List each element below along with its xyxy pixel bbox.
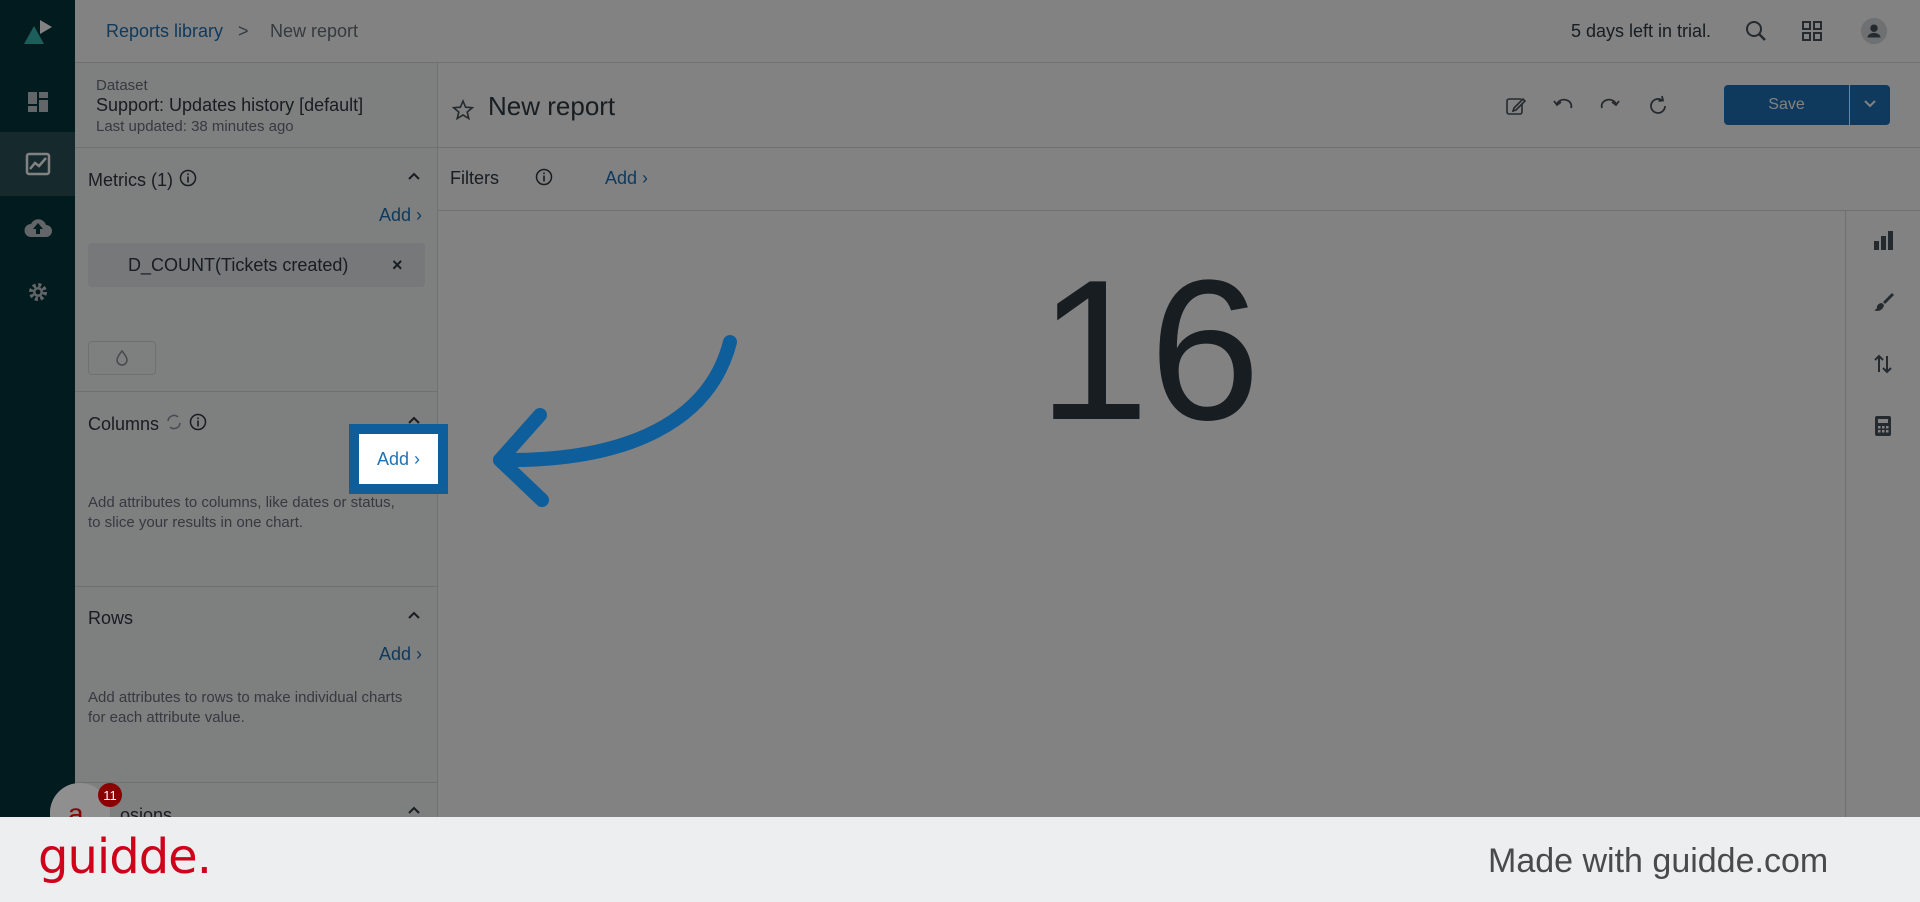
calculator-icon[interactable] [1870, 413, 1896, 439]
rows-title: Rows [88, 608, 134, 628]
kpi-value: 16 [1038, 239, 1261, 462]
info-icon[interactable] [535, 168, 553, 191]
notification-badge: 11 [98, 783, 122, 807]
chevron-up-icon[interactable] [406, 803, 422, 817]
settings-icon[interactable] [0, 260, 75, 324]
paintbrush-icon[interactable] [1870, 289, 1896, 315]
rows-help-text: Add attributes to rows to make individua… [88, 689, 403, 726]
reports-icon[interactable] [0, 132, 75, 196]
left-nav [0, 0, 75, 817]
right-rail [1845, 211, 1920, 817]
save-options-button[interactable] [1850, 85, 1890, 125]
star-icon[interactable] [450, 97, 476, 123]
guidde-footer: guidde. Made with guidde.com [0, 817, 1920, 902]
chevron-down-icon [1863, 96, 1877, 115]
zendesk-logo-icon[interactable] [0, 0, 75, 64]
edit-icon[interactable] [1503, 93, 1529, 119]
columns-section-title: Columns [88, 413, 207, 436]
apps-grid-icon[interactable] [1798, 17, 1826, 45]
sort-icon[interactable] [1870, 351, 1896, 377]
columns-help-text: Add attributes to columns, like dates or… [88, 494, 395, 531]
divider [75, 147, 438, 148]
rows-section-title: Rows [88, 608, 133, 629]
metric-label: D_COUNT(Tickets created) [128, 255, 349, 275]
dashboard-icon[interactable] [0, 70, 75, 134]
divider [75, 782, 438, 783]
guide-arrow-icon [493, 335, 737, 507]
app-window: Reports library > New report 5 days left… [0, 0, 1920, 817]
report-title[interactable]: New report [488, 91, 615, 122]
swap-icon[interactable] [165, 413, 183, 436]
refresh-icon[interactable] [1645, 93, 1671, 119]
breadcrumb-current: New report [270, 21, 359, 41]
dataset-name[interactable]: Support: Updates history [default] [96, 95, 363, 116]
divider [75, 391, 438, 392]
chevron-up-icon[interactable] [406, 169, 422, 185]
metrics-title: Metrics (1) [88, 170, 173, 190]
filters-label: Filters [450, 168, 499, 188]
made-with-text: Made with guidde.com [1488, 842, 1829, 880]
chevron-up-icon[interactable] [406, 608, 422, 624]
dataset-label: Dataset [96, 77, 148, 94]
columns-add-link[interactable]: Add › [377, 449, 420, 470]
breadcrumb-separator: > [238, 21, 249, 41]
filters-add-link[interactable]: Add › [605, 168, 648, 189]
search-icon[interactable] [1742, 17, 1770, 45]
report-toolbar: New report Save [438, 63, 1920, 148]
metric-drop-zone[interactable] [88, 341, 156, 375]
guidde-logo: guidde. [38, 829, 212, 885]
bar-chart-icon[interactable] [1870, 227, 1896, 253]
trial-status[interactable]: 5 days left in trial. [1571, 21, 1711, 42]
remove-metric-icon[interactable]: × [392, 255, 403, 276]
divider [75, 586, 438, 587]
undo-icon[interactable] [1550, 93, 1576, 119]
top-bar: Reports library > New report 5 days left… [75, 0, 1920, 63]
filter-bar: Filters Add › [438, 148, 1920, 211]
breadcrumb-reports-library[interactable]: Reports library [106, 21, 223, 42]
metrics-section-title: Metrics (1) [88, 169, 197, 192]
metrics-add-link[interactable]: Add › [379, 205, 422, 226]
explosions-section-title: osions [120, 805, 172, 817]
explosions-title: osions [120, 805, 173, 817]
metric-pill[interactable]: D_COUNT(Tickets created) × [88, 243, 425, 287]
redo-icon[interactable] [1597, 93, 1623, 119]
save-button[interactable]: Save [1724, 85, 1849, 125]
rows-add-link[interactable]: Add › [379, 644, 422, 665]
svg-text:a: a [68, 798, 84, 817]
user-avatar-icon[interactable] [1860, 17, 1888, 45]
columns-title: Columns [88, 414, 160, 434]
columns-add-highlight[interactable]: Add › [349, 424, 448, 494]
info-icon[interactable] [189, 413, 207, 436]
dataset-updated: Last updated: 38 minutes ago [96, 118, 294, 135]
info-icon[interactable] [179, 169, 197, 192]
upload-icon[interactable] [0, 196, 75, 260]
